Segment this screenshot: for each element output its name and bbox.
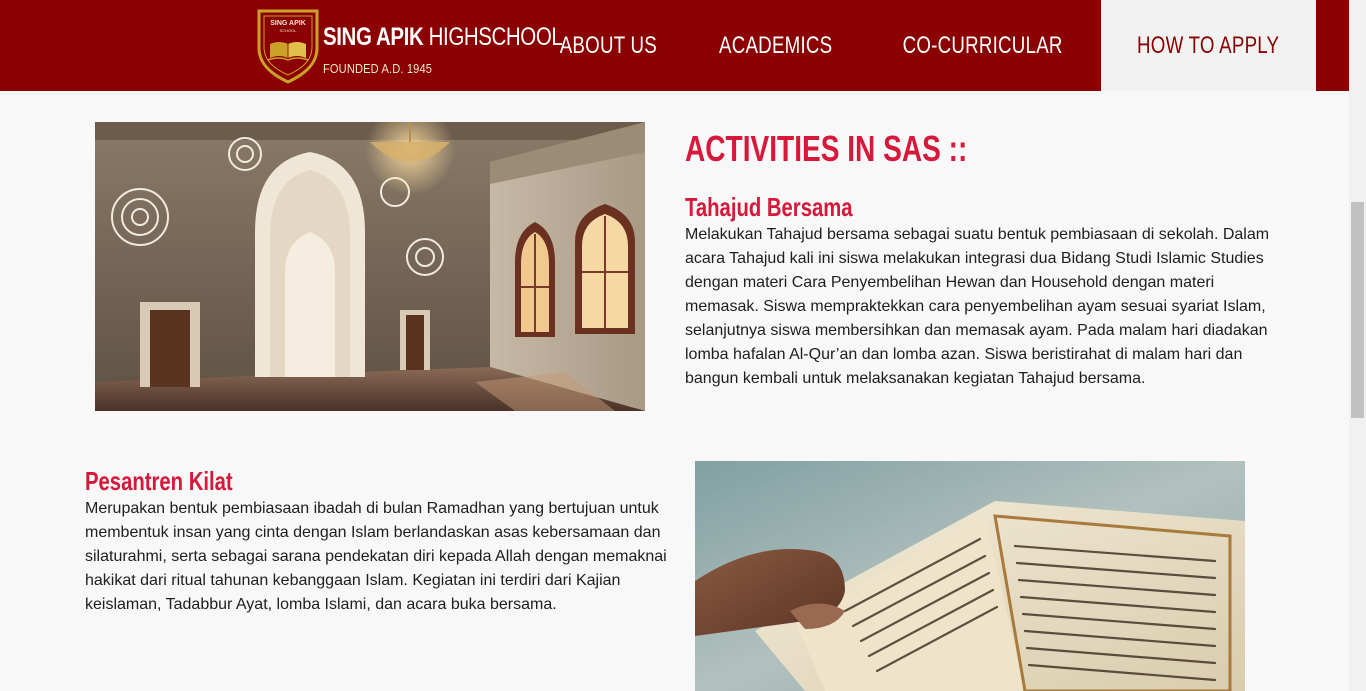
svg-text:SCHOOL: SCHOOL — [280, 28, 298, 33]
nav-how-to-apply[interactable]: HOW TO APPLY — [1101, 0, 1316, 91]
nav-about-us[interactable]: ABOUT US — [530, 0, 687, 91]
site-header: SING APIK SCHOOL SING APIK HIGHSCHOOL FO… — [0, 0, 1349, 91]
school-crest-icon: SING APIK SCHOOL — [257, 9, 319, 84]
scrollbar-thumb[interactable] — [1351, 202, 1364, 418]
svg-text:SING APIK: SING APIK — [270, 20, 306, 27]
activity-heading-tahajud: Tahajud Bersama — [685, 192, 853, 222]
mosque-interior-image — [95, 122, 645, 411]
activity-heading-pesantren: Pesantren Kilat — [85, 466, 233, 496]
activity-body-tahajud: Melakukan Tahajud bersama sebagai suatu … — [685, 226, 1270, 387]
nav-co-curricular[interactable]: CO-CURRICULAR — [864, 0, 1101, 91]
quran-reading-image — [695, 461, 1245, 691]
main-nav: ABOUT US ACADEMICS CO-CURRICULAR HOW TO … — [530, 0, 1316, 91]
activity-body-pesantren: Merupakan bentuk pembiasaan ibadah di bu… — [85, 500, 667, 613]
page-scrollbar[interactable] — [1349, 0, 1366, 691]
nav-academics[interactable]: ACADEMICS — [687, 0, 864, 91]
page-title: ACTIVITIES IN SAS :: — [685, 128, 968, 169]
school-name: SING APIK HIGHSCHOOL — [323, 23, 563, 51]
